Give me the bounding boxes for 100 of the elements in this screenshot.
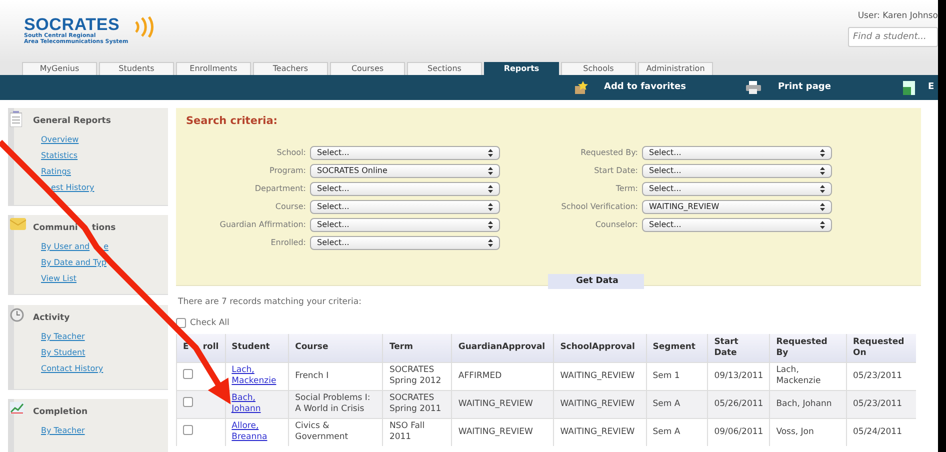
nav-tab[interactable]: Enrollments [176,62,251,75]
toolbar-link[interactable]: Add to favorites [574,80,686,94]
sidebar-link[interactable]: By Teacher [41,425,85,437]
sidebar-link[interactable]: By Teacher [41,331,85,343]
select-field[interactable]: Select... [310,218,500,232]
sidebar-link[interactable]: Statistics [41,150,78,162]
checkbox[interactable] [183,369,193,380]
table-cell: Voss, Jon [770,418,846,446]
checkbox-label: Check All [190,316,230,330]
toolbar-link[interactable]: E [902,80,934,94]
envelope-icon [10,218,26,230]
spinner-arrows-icon [820,166,825,175]
sidebar-link[interactable]: Ratings [41,166,71,178]
table-cell: 05/26/2011 [708,390,770,418]
student-link[interactable]: Lach, Mackenzie [232,365,282,388]
table-cell: WAITING_REVIEW [452,418,554,446]
select-field[interactable]: WAITING_REVIEW [642,200,832,214]
table-cell: Bach, Johann [770,390,846,418]
sidebar-link[interactable]: By Student [41,347,86,359]
select-field[interactable]: Select... [642,182,832,196]
field-label: Requested By: [580,146,638,159]
spinner-arrows-icon [488,220,493,229]
search-field[interactable]: Find a student... [848,26,938,47]
nav-tab[interactable]: Students [99,62,174,75]
nav-tab[interactable]: Schools [561,62,636,75]
nav-tab[interactable]: Courses [330,62,405,75]
field-label: School: [276,146,306,159]
select-field[interactable]: Select... [642,164,832,178]
checkbox[interactable] [176,318,186,328]
table-cell: WAITING_REVIEW [554,390,646,418]
spinner-arrows-icon [820,202,825,211]
spinner-arrows-icon [488,148,493,157]
sidebar-link[interactable]: Overview [41,134,79,146]
chart-icon [10,402,24,414]
sidebar-link[interactable]: e [104,241,109,253]
sidebar-link[interactable]: By User and [41,241,90,253]
spinner-arrows-icon [820,148,825,157]
column-header: Start Date [708,334,770,362]
nav-tab[interactable]: Teachers [253,62,328,75]
section-title: Completion [33,407,88,417]
section-title: tions [92,223,116,233]
field-label: Start Date: [593,164,638,177]
checkbox[interactable] [183,397,193,408]
column-header: SchoolApproval [554,334,646,362]
nav-tab[interactable]: MyGenius [22,62,97,75]
section-title: Activity [33,313,70,323]
table-cell: Sem A [646,418,708,446]
table-cell: Social Problems I: A World in Crisis [288,390,383,418]
select-field[interactable]: SOCRATES Online [310,164,500,178]
printer-icon [746,81,762,94]
list-icon [10,111,22,127]
spinner-arrows-icon [488,166,493,175]
select-field[interactable]: Select... [310,182,500,196]
field-label: Program: [268,164,306,177]
spreadsheet-icon [902,80,916,94]
field-label: School Verification: [560,200,638,213]
table-cell: 05/23/2011 [846,390,916,418]
sidebar-link[interactable]: Contact History [41,363,104,375]
field-label: Term: [614,182,638,195]
get-data-button[interactable]: Get Data [548,274,644,289]
column-header: Course [288,334,383,362]
nav-tab[interactable]: Administration [638,62,713,75]
star-folder-icon [574,80,588,94]
sidebar-link[interactable]: By Date and Typ [41,257,106,269]
table-cell: 05/24/2011 [846,418,916,446]
table-cell: NSO Fall 2011 [382,418,452,446]
spinner-arrows-icon [488,238,493,247]
student-link[interactable]: Allore, Breanna [232,420,282,444]
sidebar-link[interactable]: View List [41,273,77,285]
section-title: Search criteria: [186,114,279,129]
column-header: roll [202,342,219,354]
field-label: Guardian Affirmation: [218,218,306,231]
column-header: Segment [646,334,708,362]
results-summary: There are 7 records matching your criteria: [178,296,362,309]
column-header: Requested On [846,334,916,362]
select-field[interactable]: Select... [642,218,832,232]
table-cell: 09/06/2011 [708,418,770,446]
nav-tab[interactable]: Sections [407,62,482,75]
field-label: Enrolled: [270,236,306,249]
select-field[interactable]: Select... [310,146,500,160]
table-cell: WAITING_REVIEW [452,390,554,418]
spinner-arrows-icon [820,184,825,193]
spinner-arrows-icon [488,202,493,211]
toolbar-link[interactable]: Print page [746,80,831,94]
sidebar-link[interactable]: est History [51,182,94,194]
spinner-arrows-icon [820,220,825,229]
nav-tab[interactable]: Reports [484,62,559,75]
column-header: Term [382,334,452,362]
column-header: Requested By [770,334,846,362]
table-cell: WAITING_REVIEW [554,418,646,446]
checkbox[interactable] [183,425,193,436]
field-label: Counselor: [594,218,638,231]
field-label: Department: [254,182,306,195]
column-header: GuardianApproval [452,334,554,362]
user-name: User: Karen Johnso [858,10,938,23]
section-title: General Reports [33,116,111,126]
select-field[interactable]: Select... [310,236,500,250]
select-field[interactable]: Select... [642,146,832,160]
select-field[interactable]: Select... [310,200,500,214]
table-cell: Sem A [646,390,708,418]
